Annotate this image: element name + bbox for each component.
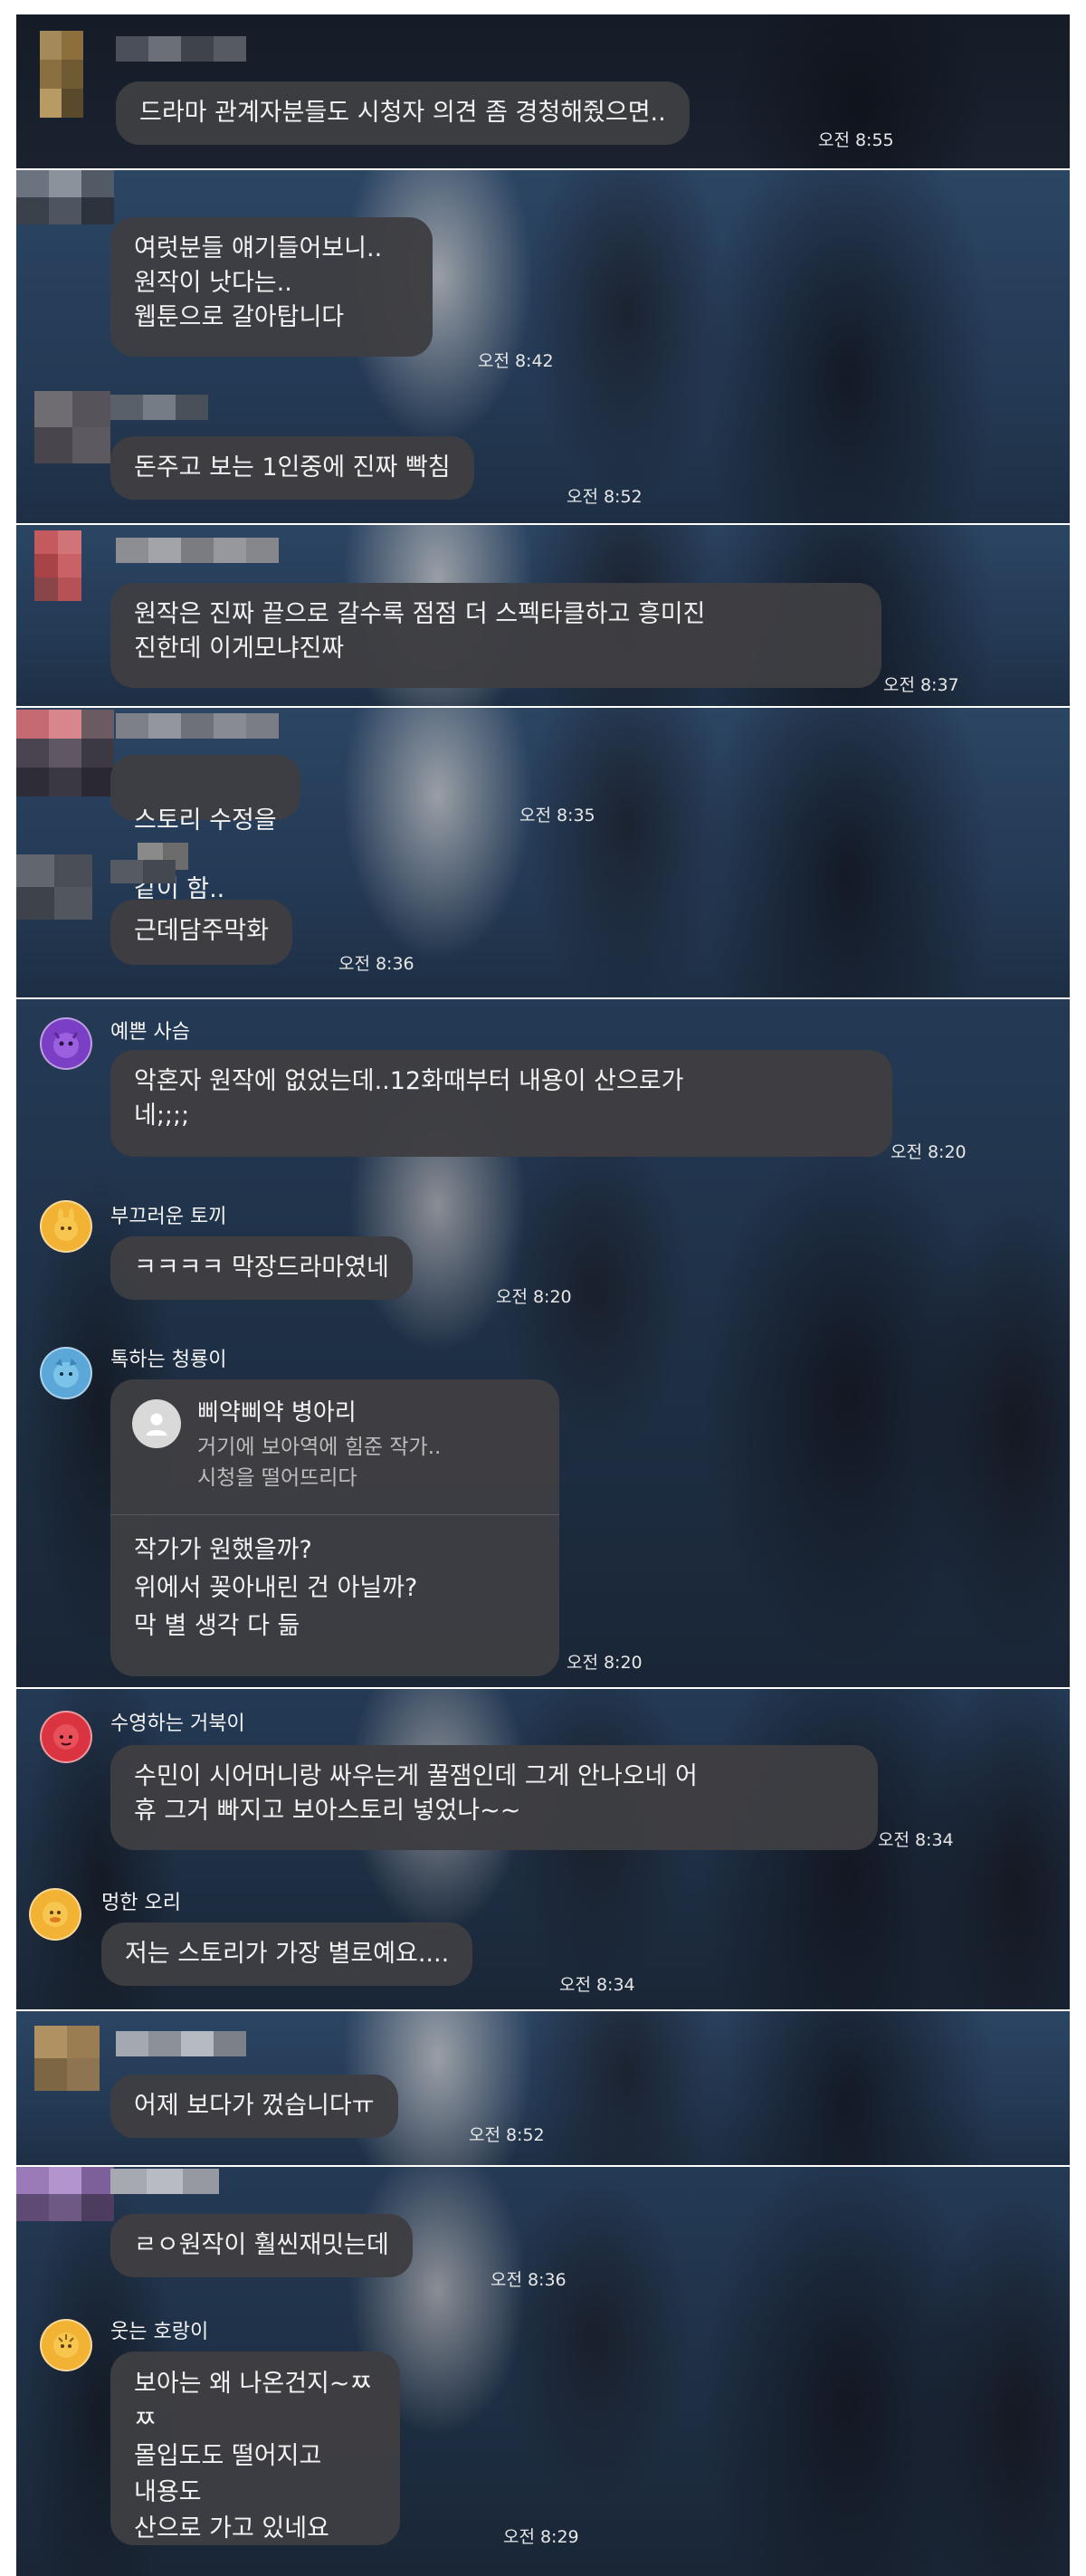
default-profile-icon <box>146 1413 167 1436</box>
profile-mosaic <box>16 854 92 920</box>
rabbit-face-icon <box>54 1208 78 1241</box>
message-bubble: 수민이 시어머니랑 싸우는게 꿀잼인데 그게 안나오네 어 휴 그거 빠지고 보… <box>110 1745 878 1850</box>
nickname: 부끄러운 토끼 <box>110 1206 227 1228</box>
profile-mosaic <box>34 2026 100 2091</box>
message-time: 오전 8:36 <box>491 2270 567 2290</box>
message-time: 오전 8:29 <box>503 2527 579 2547</box>
message-bubble: 근데담주막화 <box>110 900 293 965</box>
nickname: 웃는 호랑이 <box>110 2321 209 2343</box>
nickname: 수영하는 거북이 <box>110 1713 245 1735</box>
message-time: 오전 8:20 <box>891 1142 967 1162</box>
tiger-face-icon <box>53 2333 79 2358</box>
avatar <box>40 1711 92 1763</box>
nickname: 멍한 오리 <box>101 1892 181 1914</box>
message-time: 오전 8:52 <box>469 2125 545 2145</box>
chat-panel: 여럿분들 얘기들어보니.. 원작이 낫다는.. 웹툰으로 갈아탑니다 오전 8:4… <box>16 170 1070 523</box>
nickname-mosaic <box>116 713 279 739</box>
avatar <box>40 1017 92 1070</box>
message-bubble: 악혼자 원작에 없었는데..12화때부터 내용이 산으로가 네;;;; <box>110 1050 892 1157</box>
message-time: 오전 8:20 <box>567 1653 643 1673</box>
nickname-mosaic <box>110 395 208 420</box>
avatar <box>40 1347 92 1399</box>
chat-panel: 예쁜 사슴 악혼자 원작에 없었는데..12화때부터 내용이 산으로가 네;;;… <box>16 999 1070 1687</box>
quoted-nickname: 삐약삐약 병아리 <box>197 1399 357 1426</box>
quoted-text: 거기에 보아역에 힘준 작가.. 시청을 떨어뜨리다 <box>197 1436 442 1490</box>
chat-panel: ㄹㅇ원작이 훨씬재밋는데 오전 8:36 웃는 호랑이 보아는 왜 나온건지~ㅉ … <box>16 2167 1070 2576</box>
message-bubble: 어제 보다가 껐습니다ㅠ <box>110 2075 398 2138</box>
nickname-mosaic <box>110 2169 219 2194</box>
deer-face-icon <box>53 1032 79 1058</box>
nickname-mosaic <box>110 860 176 883</box>
duck-face-icon <box>43 1902 68 1927</box>
message-time: 오전 8:37 <box>883 675 959 695</box>
message-bubble: 드라마 관계자분들도 시청자 의견 좀 경청해줬으면.. <box>116 81 690 145</box>
nickname-mosaic <box>116 2031 246 2056</box>
avatar <box>29 1888 81 1941</box>
message-bubble: 원작은 진짜 끝으로 갈수록 점점 더 스펙타클하고 흥미진 진한데 이게모냐진… <box>110 583 881 688</box>
message-time: 오전 8:52 <box>567 487 643 507</box>
chat-panel: 드라마 관계자분들도 시청자 의견 좀 경청해줬으면.. 오전 8:55 <box>16 14 1070 168</box>
profile-mosaic <box>34 391 110 463</box>
nickname-mosaic <box>116 36 246 62</box>
reply-message: 삐약삐약 병아리 거기에 보아역에 힘준 작가.. 시청을 떨어뜨리다 작가가 … <box>110 1379 559 1676</box>
message-bubble: 돈주고 보는 1인중에 진짜 빡침 <box>110 436 474 500</box>
profile-mosaic <box>40 31 83 118</box>
nickname-mosaic <box>116 538 279 563</box>
message-time: 오전 8:34 <box>559 1975 635 1995</box>
chat-panel: 스토리 수정을 같이 함.. 오전 8:35 근데담주막화 오전 8:36 <box>16 708 1070 997</box>
message-bubble: 스토리 수정을 같이 함.. <box>110 755 300 903</box>
message-bubble: 보아는 왜 나온건지~ㅉ ㅉ 몰입도도 떨어지고 내용도 산으로 가고 있네요 <box>110 2352 400 2545</box>
message-time: 오전 8:34 <box>878 1830 954 1850</box>
reply-text: 작가가 원했을까? 위에서 꽂아내린 건 아닐까? 막 별 생각 다 듦 <box>134 1536 418 1640</box>
profile-mosaic <box>16 710 114 797</box>
nickname: 톡하는 청룡이 <box>110 1349 227 1371</box>
message-time: 오전 8:20 <box>496 1287 572 1307</box>
message-bubble: 여럿분들 얘기들어보니.. 원작이 낫다는.. 웹툰으로 갈아탑니다 <box>110 217 433 357</box>
message-bubble: ㅋㅋㅋㅋ 막장드라마였네 <box>110 1236 413 1300</box>
profile-mosaic <box>16 170 114 224</box>
message-bubble: 저는 스토리가 가장 별로예요.... <box>101 1922 473 1986</box>
quoted-message[interactable]: 삐약삐약 병아리 거기에 보아역에 힘준 작가.. 시청을 떨어뜨리다 <box>110 1379 559 1515</box>
message-bubble: ㄹㅇ원작이 훨씬재밋는데 <box>110 2214 413 2277</box>
chat-panel: 수영하는 거북이 수민이 시어머니랑 싸우는게 꿀잼인데 그게 안나오네 어 휴… <box>16 1689 1070 2009</box>
chat-panel: 어제 보다가 껐습니다ㅠ 오전 8:52 <box>16 2011 1070 2165</box>
quoted-avatar <box>132 1399 181 1448</box>
avatar <box>40 2319 92 2371</box>
nickname: 예쁜 사슴 <box>110 1021 190 1044</box>
message-time: 오전 8:55 <box>818 130 894 150</box>
chat-panel: 원작은 진짜 끝으로 갈수록 점점 더 스펙타클하고 흥미진 진한데 이게모냐진… <box>16 525 1070 706</box>
dragon-face-icon <box>53 1359 79 1388</box>
chat-screen: 드라마 관계자분들도 시청자 의견 좀 경청해줬으면.. 오전 8:55 여럿분들… <box>16 14 1070 2576</box>
avatar <box>40 1200 92 1253</box>
turtle-face-icon <box>53 1724 79 1750</box>
profile-mosaic <box>16 2167 114 2221</box>
message-time: 오전 8:42 <box>478 351 554 371</box>
message-time: 오전 8:35 <box>519 806 595 825</box>
profile-mosaic <box>34 530 81 601</box>
message-time: 오전 8:36 <box>338 954 414 974</box>
